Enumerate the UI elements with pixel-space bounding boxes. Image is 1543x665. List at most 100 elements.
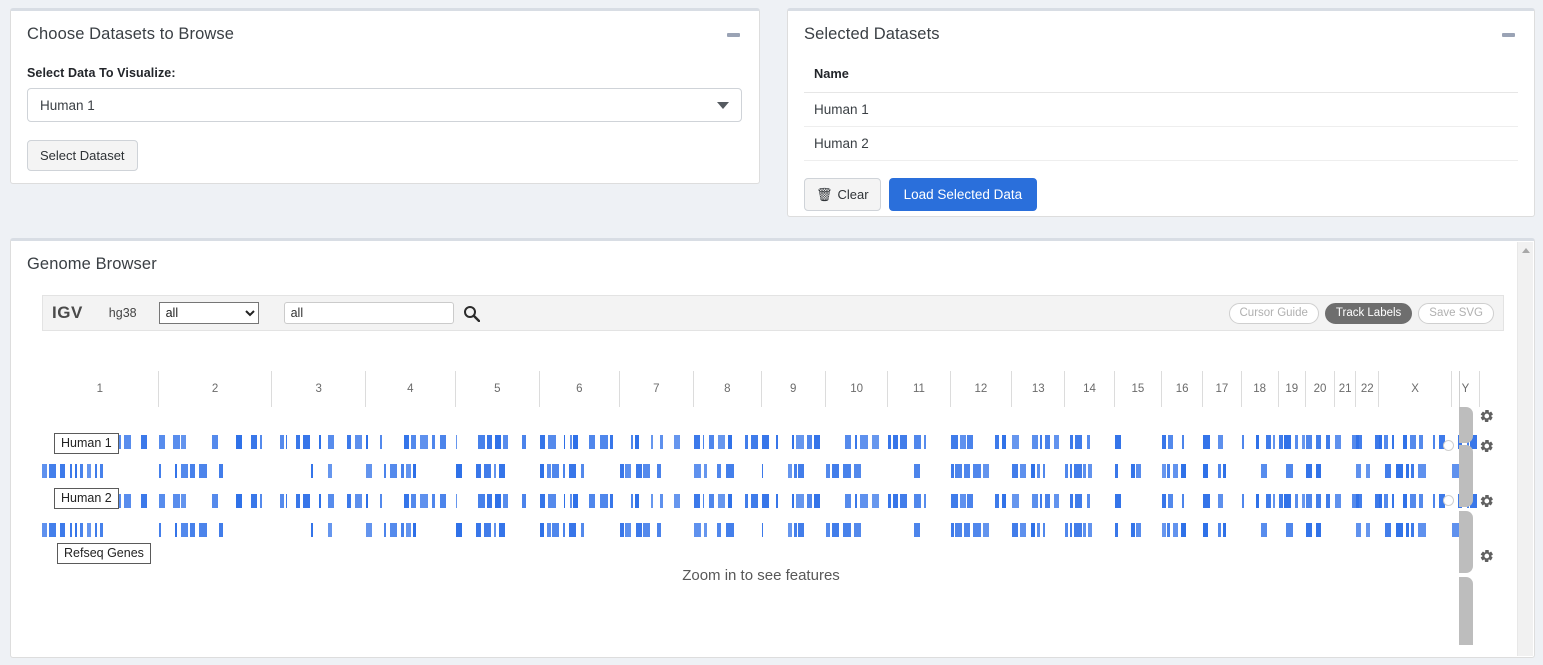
clear-button[interactable]: 🗑 Clear [804,178,881,211]
cytoband [522,494,527,508]
track-drag-handle[interactable] [1459,407,1473,443]
cytoband [100,523,104,537]
chromosome-label: 13 [1031,383,1045,395]
chromosome-select[interactable]: all [158,302,259,324]
track-label-human-2[interactable]: Human 2 [54,488,119,509]
track-drag-handle[interactable] [1459,511,1473,573]
genome-browser-header: Genome Browser [11,241,1534,280]
chromosome-cell-10[interactable]: 10 [826,371,889,407]
cytoband [1284,435,1291,449]
chromosome-cell-7[interactable]: 7 [620,371,695,407]
chromosome-cell-15[interactable]: 15 [1115,371,1162,407]
track-label-refseq-genes[interactable]: Refseq Genes [57,543,151,564]
minimize-icon[interactable] [1502,32,1515,37]
track-autoscale-indicator[interactable] [1443,495,1454,506]
cytoband [751,494,758,508]
ideogram-band-row[interactable] [42,464,1480,478]
chromosome-label: 1 [96,383,104,395]
cytoband [1020,464,1026,478]
cytoband [814,435,820,449]
chromosome-cell-6[interactable]: 6 [540,371,620,407]
cytoband [211,435,218,449]
track-autoscale-indicator[interactable] [1443,440,1454,451]
chromosome-label: X [1411,383,1419,395]
chromosome-cell-19[interactable]: 19 [1279,371,1306,407]
chromosome-cell-12[interactable]: 12 [951,371,1013,407]
cytoband [1203,464,1208,478]
gear-icon[interactable] [1477,407,1495,425]
load-selected-data-button[interactable]: Load Selected Data [888,178,1038,211]
chromosome-cell-5[interactable]: 5 [456,371,541,407]
gear-icon[interactable] [1477,492,1495,510]
chromosome-cell-17[interactable]: 17 [1203,371,1242,407]
cytoband [59,464,65,478]
ideogram-band-row[interactable] [42,523,1480,537]
table-row[interactable]: Human 1 [804,93,1518,127]
cytoband [853,464,862,478]
chromosome-label: 12 [974,383,988,395]
cytoband [1409,435,1417,449]
chromosome-cell-13[interactable]: 13 [1012,371,1066,407]
cursor-guide-button[interactable]: Cursor Guide [1228,302,1319,324]
cytoband [487,435,492,449]
chromosome-cell-18[interactable]: 18 [1242,371,1279,407]
cytoband [1218,464,1221,478]
track-drag-handle[interactable] [1459,445,1473,507]
cytoband [1325,494,1330,508]
chromosome-cell-22[interactable]: 22 [1356,371,1380,407]
chromosome-cell-1[interactable]: 1 [42,371,159,407]
cytoband [630,435,633,449]
cytoband [478,494,486,508]
chromosome-label: 11 [912,383,925,395]
save-svg-button[interactable]: Save SVG [1418,302,1494,324]
select-dataset-button[interactable]: Select Dataset [27,140,138,171]
cytoband [1411,523,1414,537]
chromosome-cell-Y[interactable]: Y [1452,371,1480,407]
cytoband [551,523,560,537]
dataset-select[interactable]: Human 1 [27,88,742,122]
track-labels-button[interactable]: Track Labels [1324,302,1413,324]
cytoband [455,523,462,537]
cytoband [412,464,417,478]
table-row[interactable]: Human 2 [804,127,1518,161]
cytoband [1012,435,1019,449]
cytoband [563,523,566,537]
cytoband [854,494,858,508]
chromosome-cell-11[interactable]: 11 [888,371,951,407]
gear-icon[interactable] [1477,437,1495,455]
cytoband [1392,494,1395,508]
track-label-human-1[interactable]: Human 1 [54,433,119,454]
chromosome-cell-16[interactable]: 16 [1162,371,1204,407]
ideogram-band-row[interactable] [42,435,1480,449]
panel-vertical-scrollbar[interactable] [1517,242,1533,656]
cytoband [966,494,974,508]
cytoband [354,494,363,508]
ideogram-tracks[interactable]: Human 1 Human 2 Refseq Genes [42,421,1480,564]
cytoband [366,523,373,537]
cytoband [955,523,962,537]
chromosome-cell-4[interactable]: 4 [366,371,456,407]
locus-search-input[interactable] [283,302,454,324]
minimize-icon[interactable] [727,32,740,37]
cytoband [726,464,734,478]
chromosome-cell-8[interactable]: 8 [694,371,762,407]
chromosome-ruler[interactable]: 1 2 3 4 5 6 7 8 9 10 11 12 13 14 15 16 17 18 19 20 21 22 X Y [42,371,1480,407]
cytoband [1173,523,1178,537]
cytoband [1042,523,1046,537]
chromosome-cell-2[interactable]: 2 [159,371,273,407]
cytoband [859,435,868,449]
chromosome-label: 20 [1313,383,1327,395]
arrow-up-icon[interactable] [1522,248,1530,253]
chromosome-cell-X[interactable]: X [1379,371,1452,407]
chromosome-cell-21[interactable]: 21 [1335,371,1357,407]
cytoband [1266,494,1271,508]
chromosome-cell-3[interactable]: 3 [272,371,367,407]
search-icon[interactable] [463,305,480,322]
chromosome-cell-20[interactable]: 20 [1306,371,1336,407]
chromosome-cell-9[interactable]: 9 [762,371,826,407]
cytoband [893,435,899,449]
chromosome-cell-14[interactable]: 14 [1065,371,1115,407]
track-drag-handle[interactable] [1459,577,1473,645]
ideogram-band-row[interactable] [42,494,1480,508]
gear-icon[interactable] [1477,547,1495,565]
